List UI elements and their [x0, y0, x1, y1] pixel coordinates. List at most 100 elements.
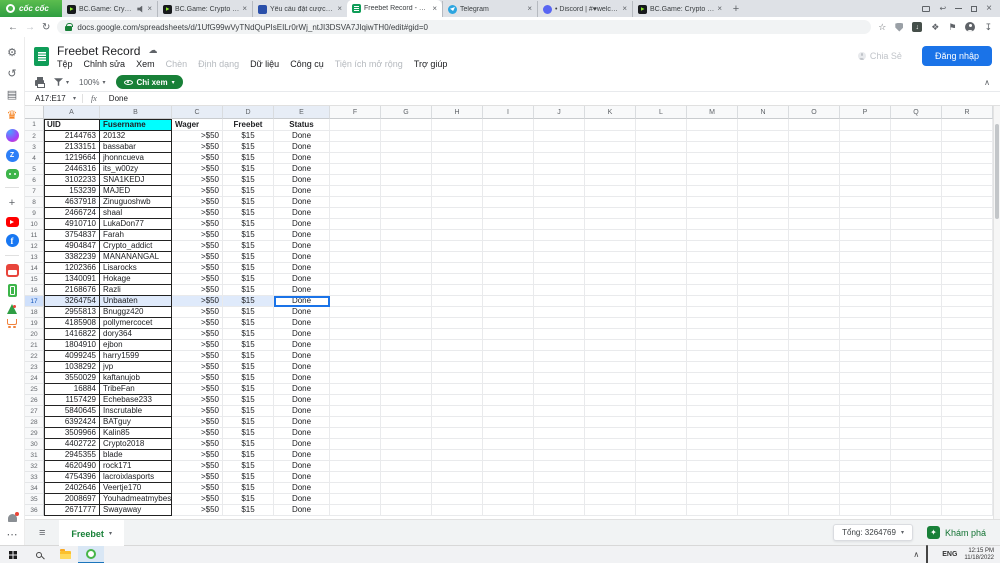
grid-cell[interactable]	[891, 472, 942, 483]
grid-cell[interactable]	[687, 186, 738, 197]
grid-cell[interactable]	[330, 285, 381, 296]
grid-cell[interactable]	[687, 230, 738, 241]
grid-cell[interactable]	[891, 428, 942, 439]
grid-cell[interactable]	[789, 362, 840, 373]
grid-cell[interactable]	[483, 274, 534, 285]
grid-cell[interactable]: >$50	[172, 175, 223, 186]
grid-cell[interactable]	[789, 263, 840, 274]
grid-cell[interactable]	[738, 175, 789, 186]
grid-cell[interactable]	[687, 197, 738, 208]
grid-cell[interactable]	[534, 153, 585, 164]
grid-cell[interactable]	[636, 285, 687, 296]
menu-chèn[interactable]: Chèn	[166, 59, 188, 69]
grid-cell[interactable]	[585, 494, 636, 505]
grid-cell[interactable]: $15	[223, 362, 274, 373]
grid-cell[interactable]: 16884	[44, 384, 100, 395]
cart-icon[interactable]	[7, 319, 17, 325]
grid-cell[interactable]: >$50	[172, 472, 223, 483]
grid-cell[interactable]	[432, 340, 483, 351]
grid-cell[interactable]: 1416822	[44, 329, 100, 340]
column-header-H[interactable]: H	[432, 106, 483, 119]
tab-close-icon[interactable]: ×	[337, 5, 342, 13]
grid-cell[interactable]: >$50	[172, 505, 223, 516]
grid-cell[interactable]	[738, 494, 789, 505]
grid-cell[interactable]: >$50	[172, 450, 223, 461]
row-header[interactable]: 24	[25, 373, 44, 384]
grid-cell[interactable]	[483, 208, 534, 219]
column-header-P[interactable]: P	[840, 106, 891, 119]
grid-cell[interactable]: 4620490	[44, 461, 100, 472]
grid-cell[interactable]: Unbaaten	[100, 296, 172, 307]
more-icon[interactable]: ⋯	[5, 527, 19, 541]
grid-cell[interactable]	[534, 164, 585, 175]
grid-cell[interactable]	[636, 505, 687, 516]
grid-cell[interactable]	[840, 219, 891, 230]
grid-cell[interactable]	[840, 483, 891, 494]
grid-cell[interactable]	[942, 285, 993, 296]
grid-cell[interactable]	[687, 439, 738, 450]
column-header-B[interactable]: B	[100, 106, 172, 119]
grid-cell[interactable]: $15	[223, 186, 274, 197]
grid-cell[interactable]	[942, 340, 993, 351]
grid-cell[interactable]: 4637918	[44, 197, 100, 208]
grid-cell[interactable]: >$50	[172, 329, 223, 340]
grid-cell[interactable]: >$50	[172, 219, 223, 230]
grid-cell[interactable]	[381, 186, 432, 197]
network-icon[interactable]	[926, 546, 928, 563]
grid-cell[interactable]	[738, 461, 789, 472]
browser-tab[interactable]: Freebet Record - Google×	[347, 0, 442, 17]
grid-cell[interactable]	[330, 483, 381, 494]
grid-cell[interactable]: $15	[223, 318, 274, 329]
grid-cell[interactable]	[381, 285, 432, 296]
grid-cell[interactable]	[432, 494, 483, 505]
grid-cell[interactable]	[432, 197, 483, 208]
grid-cell[interactable]	[687, 340, 738, 351]
grid-cell[interactable]	[840, 296, 891, 307]
audio-playing-icon[interactable]	[137, 6, 144, 13]
column-header-O[interactable]: O	[789, 106, 840, 119]
tab-close-icon[interactable]: ×	[717, 5, 722, 13]
grid-cell[interactable]: blade	[100, 450, 172, 461]
grid-cell[interactable]	[942, 164, 993, 175]
grid-cell[interactable]	[738, 417, 789, 428]
grid-cell[interactable]	[585, 142, 636, 153]
grid-cell[interactable]	[636, 296, 687, 307]
grid-cell[interactable]	[381, 351, 432, 362]
grid-cell[interactable]: >$50	[172, 340, 223, 351]
grid-cell[interactable]: >$50	[172, 439, 223, 450]
grid-cell[interactable]	[891, 274, 942, 285]
grid-cell[interactable]	[330, 395, 381, 406]
grid-cell[interactable]	[687, 285, 738, 296]
grid-cell[interactable]	[432, 230, 483, 241]
language-indicator[interactable]: ENG	[942, 551, 957, 558]
grid-cell[interactable]	[942, 428, 993, 439]
grid-cell[interactable]	[483, 417, 534, 428]
grid-cell[interactable]	[942, 329, 993, 340]
row-header[interactable]: 31	[25, 450, 44, 461]
grid-cell[interactable]	[483, 230, 534, 241]
new-tab-button[interactable]: +	[727, 1, 745, 17]
grid-cell[interactable]	[840, 461, 891, 472]
grid-cell[interactable]	[432, 450, 483, 461]
grid-cell[interactable]: >$50	[172, 274, 223, 285]
grid-cell[interactable]	[636, 384, 687, 395]
taskbar-search-icon[interactable]	[26, 546, 52, 563]
history-icon[interactable]: ↺	[5, 66, 19, 80]
grid-cell[interactable]: $15	[223, 208, 274, 219]
grid-cell[interactable]	[942, 417, 993, 428]
column-header-C[interactable]: C	[172, 106, 223, 119]
grid-cell[interactable]	[636, 230, 687, 241]
grid-cell[interactable]: $15	[223, 472, 274, 483]
grid-cell[interactable]	[738, 285, 789, 296]
grid-cell[interactable]	[840, 252, 891, 263]
grid-cell[interactable]	[840, 351, 891, 362]
grid-cell[interactable]	[738, 505, 789, 516]
grid-cell[interactable]	[432, 164, 483, 175]
grid-cell[interactable]	[330, 296, 381, 307]
grid-cell[interactable]	[789, 395, 840, 406]
column-header-I[interactable]: I	[483, 106, 534, 119]
grid-cell[interactable]	[789, 252, 840, 263]
grid-cell[interactable]: Farah	[100, 230, 172, 241]
grid-cell[interactable]	[687, 362, 738, 373]
grid-cell[interactable]	[483, 472, 534, 483]
